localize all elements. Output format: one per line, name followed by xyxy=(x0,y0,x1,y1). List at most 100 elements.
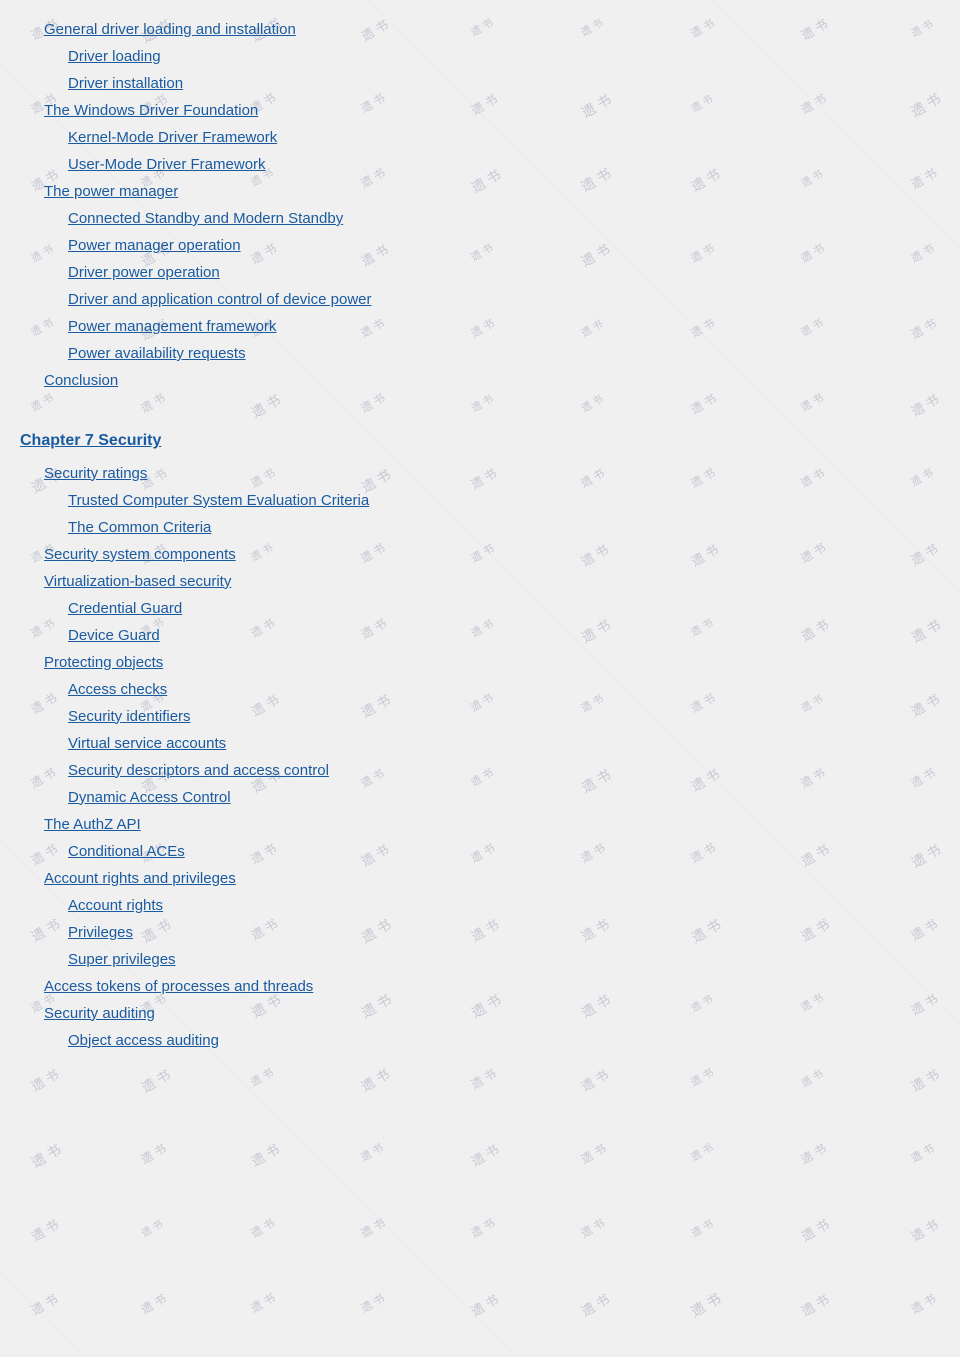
toc-link-account-rights-sub[interactable]: Account rights xyxy=(68,897,163,914)
toc-link-windows-driver-foundation[interactable]: The Windows Driver Foundation xyxy=(44,102,258,119)
list-item: General driver loading and installation xyxy=(44,18,920,42)
watermark-text: 遗 书 xyxy=(248,1215,278,1242)
watermark-text: 遗 书 xyxy=(358,1140,386,1165)
watermark-text: 遗 书 xyxy=(798,1065,826,1090)
toc-link-device-guard[interactable]: Device Guard xyxy=(68,627,160,644)
list-item: Trusted Computer System Evaluation Crite… xyxy=(68,489,920,513)
watermark-text: 遗 书 xyxy=(687,1288,725,1321)
pre-chapter-items: General driver loading and installation … xyxy=(20,18,920,393)
watermark-text: 遗 书 xyxy=(578,1139,610,1167)
toc-link-tcsec[interactable]: Trusted Computer System Evaluation Crite… xyxy=(68,492,369,509)
toc-link-power-mgmt-framework[interactable]: Power management framework xyxy=(68,318,276,335)
toc-link-driver-power-operation[interactable]: Driver power operation xyxy=(68,264,220,281)
list-item: Account rights and privileges xyxy=(44,867,920,891)
list-item: User-Mode Driver Framework xyxy=(68,153,920,177)
toc-link-conclusion[interactable]: Conclusion xyxy=(44,372,118,389)
watermark-text: 遗 书 xyxy=(907,1214,941,1245)
list-item: Driver power operation xyxy=(68,261,920,285)
toc-link-dynamic-access-control[interactable]: Dynamic Access Control xyxy=(68,789,231,806)
watermark-text: 遗 书 xyxy=(247,1139,282,1170)
watermark-text: 遗 书 xyxy=(248,1065,276,1090)
watermark-text: 遗 书 xyxy=(688,1140,716,1165)
list-item: Device Guard xyxy=(68,624,920,648)
list-item: Dynamic Access Control xyxy=(68,786,920,810)
watermark-text: 遗 书 xyxy=(467,1289,501,1320)
list-item: The Windows Driver Foundation xyxy=(44,99,920,123)
watermark-text: 遗 书 xyxy=(138,1215,165,1239)
watermark-text: 遗 书 xyxy=(578,1215,608,1242)
toc-link-access-tokens[interactable]: Access tokens of processes and threads xyxy=(44,978,313,995)
list-item: Object access auditing xyxy=(68,1029,920,1053)
watermark-text: 遗 书 xyxy=(27,1214,62,1245)
toc-link-power-manager-operation[interactable]: Power manager operation xyxy=(68,237,241,254)
toc-link-credential-guard[interactable]: Credential Guard xyxy=(68,600,182,617)
list-item: Power availability requests xyxy=(68,342,920,366)
toc-link-umdf[interactable]: User-Mode Driver Framework xyxy=(68,156,266,173)
list-item: The power manager xyxy=(44,180,920,204)
toc-link-conditional-aces[interactable]: Conditional ACEs xyxy=(68,843,185,860)
list-item: Security descriptors and access control xyxy=(68,759,920,783)
toc-link-connected-standby[interactable]: Connected Standby and Modern Standby xyxy=(68,210,343,227)
watermark-text: 遗 书 xyxy=(27,1064,62,1095)
watermark-text: 遗 书 xyxy=(688,1065,717,1090)
toc-content: General driver loading and installation … xyxy=(20,10,920,1053)
toc-link-common-criteria[interactable]: The Common Criteria xyxy=(68,519,211,536)
toc-link-power-availability[interactable]: Power availability requests xyxy=(68,345,246,362)
toc-link-virtualization-security[interactable]: Virtualization-based security xyxy=(44,573,231,590)
list-item: Power management framework xyxy=(68,315,920,339)
toc-link-virtual-service-accounts[interactable]: Virtual service accounts xyxy=(68,735,226,752)
watermark-text: 遗 书 xyxy=(467,1139,502,1170)
list-item: Security system components xyxy=(44,543,920,567)
watermark-text: 遗 书 xyxy=(137,1064,174,1097)
list-item: The AuthZ API xyxy=(44,813,920,837)
toc-link-kmdf[interactable]: Kernel-Mode Driver Framework xyxy=(68,129,277,146)
toc-link-driver-app-control[interactable]: Driver and application control of device… xyxy=(68,291,372,308)
toc-link-access-checks[interactable]: Access checks xyxy=(68,681,167,698)
watermark-text: 遗 书 xyxy=(27,1138,64,1171)
chapter-7-link[interactable]: Chapter 7 Security xyxy=(20,432,161,449)
list-item: Access tokens of processes and threads xyxy=(44,975,920,999)
watermark-text: 遗 书 xyxy=(577,1064,611,1095)
list-item: Conclusion xyxy=(44,369,920,393)
list-item: The Common Criteria xyxy=(68,516,920,540)
chapter-7-heading: Chapter 7 Security xyxy=(20,428,920,454)
list-item: Super privileges xyxy=(68,948,920,972)
toc-link-driver-loading[interactable]: Driver loading xyxy=(68,48,161,65)
list-item: Protecting objects xyxy=(44,651,920,675)
list-item: Access checks xyxy=(68,678,920,702)
toc-link-account-rights[interactable]: Account rights and privileges xyxy=(44,870,236,887)
watermark-text: 遗 书 xyxy=(908,1289,940,1317)
toc-link-power-manager[interactable]: The power manager xyxy=(44,183,178,200)
toc-link-privileges[interactable]: Privileges xyxy=(68,924,133,941)
watermark-text: 遗 书 xyxy=(798,1139,830,1167)
toc-link-security-ratings[interactable]: Security ratings xyxy=(44,465,147,482)
toc-link-object-access-auditing[interactable]: Object access auditing xyxy=(68,1032,219,1049)
toc-link-security-auditing[interactable]: Security auditing xyxy=(44,1005,155,1022)
watermark-text: 遗 书 xyxy=(797,1214,832,1245)
list-item: Credential Guard xyxy=(68,597,920,621)
toc-link-security-system-components[interactable]: Security system components xyxy=(44,546,236,563)
watermark-text: 遗 书 xyxy=(468,1215,498,1242)
watermark-text: 遗 书 xyxy=(27,1289,60,1319)
watermark-text: 遗 书 xyxy=(907,1064,942,1095)
chapter-7-items: Security ratings Trusted Computer System… xyxy=(20,462,920,1053)
list-item: Conditional ACEs xyxy=(68,840,920,864)
list-item: Security identifiers xyxy=(68,705,920,729)
toc-link-security-identifiers[interactable]: Security identifiers xyxy=(68,708,191,725)
list-item: Security ratings xyxy=(44,462,920,486)
toc-link-security-descriptors[interactable]: Security descriptors and access control xyxy=(68,762,329,779)
toc-link-protecting-objects[interactable]: Protecting objects xyxy=(44,654,163,671)
watermark-text: 遗 书 xyxy=(358,1215,388,1242)
watermark-text: 遗 书 xyxy=(138,1139,170,1167)
toc-link-driver-installation[interactable]: Driver installation xyxy=(68,75,183,92)
toc-link-general-driver[interactable]: General driver loading and installation xyxy=(44,21,296,38)
list-item: Driver and application control of device… xyxy=(68,288,920,312)
list-item: Connected Standby and Modern Standby xyxy=(68,207,920,231)
list-item: Power manager operation xyxy=(68,234,920,258)
watermark-text: 遗 书 xyxy=(577,1289,612,1320)
watermark-text: 遗 书 xyxy=(138,1289,170,1317)
toc-link-super-privileges[interactable]: Super privileges xyxy=(68,951,176,968)
watermark-text: 遗 书 xyxy=(358,1290,388,1316)
list-item: Privileges xyxy=(68,921,920,945)
toc-link-authz-api[interactable]: The AuthZ API xyxy=(44,816,141,833)
